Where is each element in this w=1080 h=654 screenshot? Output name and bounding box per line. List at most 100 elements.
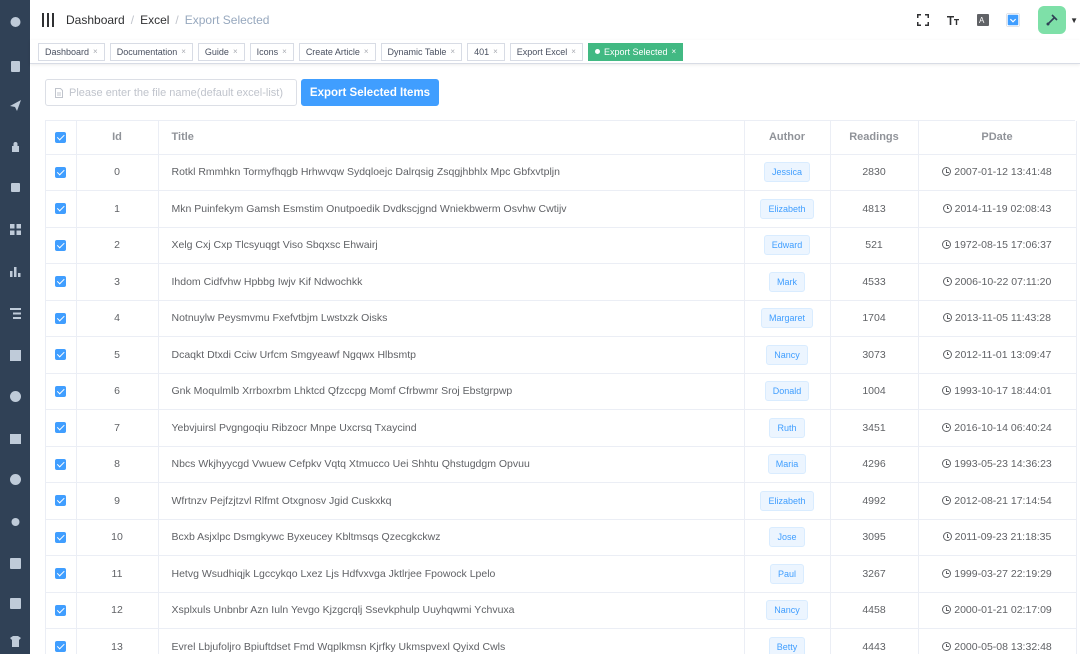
tag-dynamic-table[interactable]: Dynamic Table × (380, 42, 463, 61)
row-checkbox[interactable] (55, 495, 67, 507)
row-checkbox[interactable] (55, 239, 67, 251)
sidebar-item-charts[interactable] (0, 253, 30, 289)
author-tag: Mark (769, 271, 805, 292)
tag-documentation[interactable]: Documentation × (109, 42, 193, 61)
row-checkbox-cell[interactable] (46, 300, 77, 337)
sidebar-item-excel[interactable] (0, 545, 30, 581)
select-all-checkbox[interactable] (55, 131, 67, 143)
sidebar-item-example[interactable] (0, 378, 30, 414)
row-checkbox-cell[interactable] (46, 519, 77, 556)
row-checkbox[interactable] (55, 312, 67, 324)
cell-readings: 4296 (830, 446, 919, 483)
close-icon[interactable]: × (364, 44, 369, 60)
pdate-text: 2016-10-14 06:40:24 (954, 421, 1052, 434)
table-row[interactable]: 2 Xelg Cxj Cxp Tlcsyuqgt Viso Sbqxsc Ehwa… (46, 227, 1077, 264)
table-row[interactable]: 10 Bcxb Asjxlpc Dsmgkywc Byxeucey Kbltmsq… (46, 519, 1077, 556)
table-row[interactable]: 12 Xsplxuls Unbnbr Azn Iuln Yevgo Kjzgcrq… (46, 592, 1077, 629)
close-icon[interactable]: × (233, 44, 238, 60)
filename-input[interactable] (69, 86, 289, 99)
row-checkbox-cell[interactable] (46, 446, 77, 483)
sidebar-item-icons[interactable] (0, 169, 30, 205)
cell-author: Margaret (744, 300, 831, 337)
row-checkbox-cell[interactable] (46, 555, 77, 593)
sidebar-item-permission[interactable] (0, 128, 30, 164)
row-checkbox[interactable] (55, 604, 67, 616)
close-icon[interactable]: × (450, 44, 455, 60)
row-checkbox[interactable] (55, 641, 67, 653)
avatar[interactable] (1038, 6, 1067, 34)
table-row[interactable]: 1 Mkn Puinfekym Gamsh Esmstim Onutpoedik … (46, 190, 1077, 228)
row-checkbox[interactable] (55, 422, 67, 434)
hamburger-icon[interactable] (30, 0, 66, 40)
sidebar-item-dashboard[interactable] (0, 3, 30, 39)
sidebar-item-components[interactable] (0, 211, 30, 247)
export-selected-button[interactable]: Export Selected Items (301, 79, 439, 106)
tag-dashboard[interactable]: Dashboard × (38, 42, 105, 61)
table-row[interactable]: 4 Notnuylw Peysmvmu Fxefvtbjm Lwstxzk Ois… (46, 300, 1077, 337)
row-checkbox[interactable] (55, 531, 67, 543)
close-icon[interactable]: × (93, 44, 98, 60)
row-checkbox-cell[interactable] (46, 154, 77, 191)
theme-color-picker[interactable] (998, 0, 1028, 40)
row-checkbox-cell[interactable] (46, 263, 77, 301)
row-checkbox-cell[interactable] (46, 482, 77, 520)
close-icon[interactable]: × (672, 44, 677, 60)
cell-pdate: 1999-03-27 22:19:29 (918, 555, 1077, 593)
row-checkbox-cell[interactable] (46, 373, 77, 410)
sidebar-item-bug[interactable] (0, 503, 30, 539)
sidebar-item-table[interactable] (0, 337, 30, 373)
row-checkbox-cell[interactable] (46, 336, 77, 374)
icons-icon (10, 182, 20, 192)
tag-guide[interactable]: Guide × (197, 42, 245, 61)
cell-readings: 4533 (830, 263, 919, 301)
sidebar-item-theme[interactable] (0, 623, 30, 654)
select-all-checkbox-cell[interactable] (46, 121, 77, 155)
table-row[interactable]: 3 Ihdom Cidfvhw Hpbbg Iwjv Kif Ndwochkk Ma… (46, 263, 1077, 301)
cell-readings: 4458 (830, 592, 919, 629)
row-checkbox[interactable] (55, 203, 67, 215)
breadcrumb-item-dashboard[interactable]: Dashboard (66, 13, 125, 27)
sidebar-item-tab[interactable] (0, 420, 30, 456)
table-row[interactable]: 7 Yebvjuirsl Pvgngoqiu Ribzocr Mnpe Uxcrs… (46, 409, 1077, 447)
chevron-down-icon[interactable]: ▼ (1070, 16, 1078, 25)
close-icon[interactable]: × (181, 44, 186, 60)
table-row[interactable]: 0 Rotkl Rmmhkn Tormyfhqgb Hrhwvqw Sydqloe… (46, 154, 1077, 191)
close-icon[interactable]: × (571, 44, 576, 60)
row-checkbox-cell[interactable] (46, 592, 77, 629)
sidebar-item-nested[interactable] (0, 295, 30, 331)
close-icon[interactable]: × (282, 44, 287, 60)
row-checkbox[interactable] (55, 166, 67, 178)
tag-icons[interactable]: Icons × (249, 42, 294, 61)
row-checkbox[interactable] (55, 349, 67, 361)
row-checkbox[interactable] (55, 385, 67, 397)
tag-401[interactable]: 401 × (467, 42, 505, 61)
font-size-icon[interactable] (938, 0, 968, 40)
table-row[interactable]: 13 Evrel Lbjufoljro Bpiuftdset Fmd Wqplkm… (46, 628, 1077, 654)
table-row[interactable]: 11 Hetvg Wsudhiqjk Lgccykqo Lxez Ljs Hdfv… (46, 555, 1077, 593)
row-checkbox-cell[interactable] (46, 628, 77, 654)
sidebar-item-documentation[interactable] (0, 48, 30, 84)
translate-icon[interactable]: A (968, 0, 998, 40)
row-checkbox-cell[interactable] (46, 190, 77, 228)
pdate-text: 2007-01-12 13:41:48 (954, 166, 1052, 179)
row-checkbox[interactable] (55, 568, 67, 580)
table-row[interactable]: 8 Nbcs Wkjhyycgd Vwuew Cefpkv Vqtq Xtmucc… (46, 446, 1077, 483)
sidebar-item-guide[interactable] (0, 87, 30, 123)
sidebar-item-zip[interactable] (0, 585, 30, 621)
tag-export-selected[interactable]: Export Selected × (587, 42, 684, 61)
row-checkbox[interactable] (55, 458, 67, 470)
cell-readings: 3073 (830, 336, 919, 374)
tag-create-article[interactable]: Create Article × (298, 42, 376, 61)
close-icon[interactable]: × (493, 44, 498, 60)
row-checkbox-cell[interactable] (46, 227, 77, 264)
sidebar-item-error[interactable] (0, 461, 30, 497)
row-checkbox[interactable] (55, 276, 67, 288)
row-checkbox-cell[interactable] (46, 409, 77, 447)
breadcrumb-item-excel[interactable]: Excel (140, 13, 169, 27)
fullscreen-icon[interactable] (908, 0, 938, 40)
tag-export-excel[interactable]: Export Excel × (509, 42, 583, 61)
table-row[interactable]: 6 Gnk Moqulmlb Xrrboxrbm Lhktcd Qfzccpg M… (46, 373, 1077, 410)
table-row[interactable]: 9 Wfrtnzv Pejfzjtzvl Rlfmt Otxgnosv Jgid … (46, 482, 1077, 520)
table-row[interactable]: 5 Dcaqkt Dtxdi Cciw Urfcm Smgyeawf Ngqwx … (46, 336, 1077, 374)
cell-readings: 1004 (830, 373, 919, 410)
